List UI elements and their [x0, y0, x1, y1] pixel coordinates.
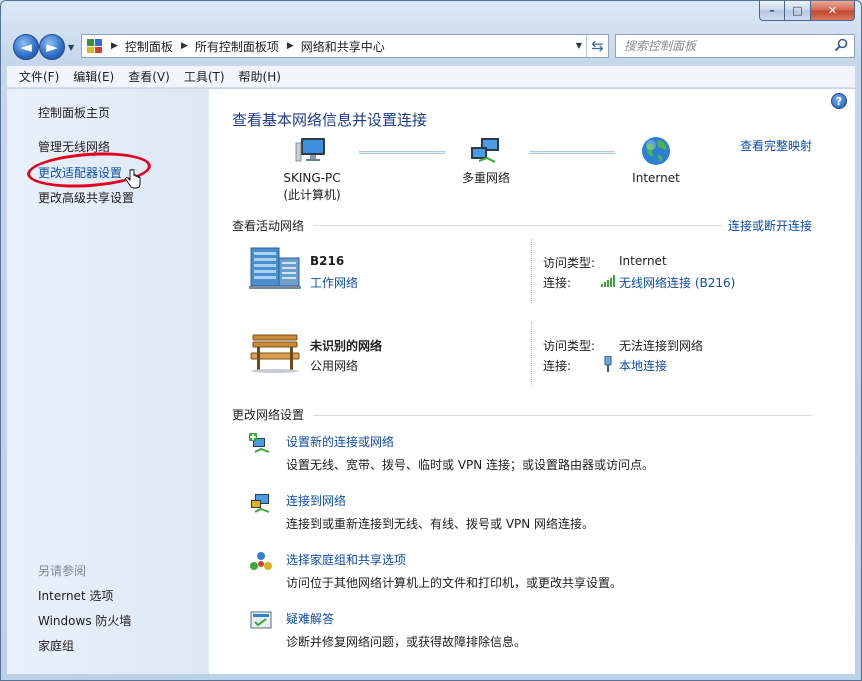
recent-pages-dropdown[interactable]: ▼: [68, 43, 74, 52]
globe-icon: [642, 137, 670, 165]
breadcrumb-separator-icon[interactable]: ▶: [287, 41, 294, 51]
local-connection-link[interactable]: 本地连接: [619, 357, 667, 374]
change-settings-title: 更改网络设置: [232, 408, 305, 422]
connection-label: 连接:: [543, 359, 572, 373]
search-input[interactable]: [624, 35, 824, 57]
refresh-button[interactable]: ⇆: [586, 35, 608, 57]
control-panel-home-link[interactable]: 控制面板主页: [38, 104, 110, 121]
access-type-label: 访问类型:: [543, 339, 596, 353]
connect-network-icon: [251, 494, 270, 513]
task-description: 设置无线、宽带、拨号、临时或 VPN 连接；或设置路由器或访问点。: [286, 458, 655, 472]
wireless-connection-link[interactable]: 无线网络连接 (B216): [619, 274, 735, 291]
window: – □ ✕ ◄ ► ▼ ▶ 控制面板 ▶ 所有控制面板项 ▶ 网络和共享中心 ▼…: [0, 0, 862, 681]
setup-new-connection-link[interactable]: 设置新的连接或网络: [286, 433, 394, 450]
connection-line: [529, 151, 615, 154]
network-node-multiple[interactable]: 多重网络: [451, 135, 521, 187]
vertical-divider: [531, 239, 532, 303]
access-type-label: 访问类型:: [543, 256, 596, 270]
ethernet-plug-icon: [604, 356, 612, 372]
troubleshoot-icon: [250, 611, 272, 629]
network-type-link[interactable]: 工作网络: [310, 274, 358, 291]
advanced-sharing-link[interactable]: 更改高级共享设置: [38, 189, 134, 206]
network-type-label: 公用网络: [310, 359, 359, 373]
forward-button[interactable]: ►: [39, 34, 65, 60]
address-bar[interactable]: ▶ 控制面板 ▶ 所有控制面板项 ▶ 网络和共享中心 ▼ ⇆: [81, 34, 609, 58]
office-building-icon: [249, 247, 301, 289]
node-label: 多重网络: [461, 171, 510, 185]
search-box[interactable]: [615, 34, 855, 58]
park-bench-icon: [250, 334, 300, 373]
address-dropdown-icon[interactable]: ▼: [576, 41, 582, 50]
control-panel-icon: [87, 39, 103, 53]
homegroup-sharing-link[interactable]: 选择家庭组和共享选项: [286, 551, 406, 568]
menu-bar: 文件(F) 编辑(E) 查看(V) 工具(T) 帮助(H): [7, 66, 855, 88]
minimize-button[interactable]: –: [759, 1, 785, 21]
menu-view[interactable]: 查看(V): [121, 68, 177, 85]
windows-firewall-link[interactable]: Windows 防火墙: [38, 612, 131, 629]
homegroup-icon: [250, 552, 272, 570]
task-description: 连接到或重新连接到无线、有线、拨号或 VPN 网络连接。: [286, 517, 595, 531]
help-icon[interactable]: ?: [831, 93, 847, 109]
section-divider: [313, 225, 723, 226]
breadcrumb-separator-icon[interactable]: ▶: [181, 41, 188, 51]
troubleshoot-link[interactable]: 疑难解答: [286, 610, 334, 627]
page-title: 查看基本网络信息并设置连接: [232, 111, 428, 129]
connect-to-network-link[interactable]: 连接到网络: [286, 492, 346, 509]
breadcrumb-separator-icon[interactable]: ▶: [111, 41, 118, 51]
content-area: 控制面板主页 管理无线网络 更改适配器设置 更改高级共享设置 另请参阅 Inte…: [7, 89, 855, 674]
hand-cursor-icon: [125, 169, 141, 189]
connection-line: [359, 151, 445, 154]
homegroup-link[interactable]: 家庭组: [38, 637, 74, 654]
navigation-bar: ◄ ► ▼ ▶ 控制面板 ▶ 所有控制面板项 ▶ 网络和共享中心 ▼ ⇆: [9, 33, 855, 61]
access-type-value: Internet: [619, 254, 667, 268]
node-label: Internet: [632, 171, 680, 185]
task-description: 访问位于其他网络计算机上的文件和打印机，或更改共享设置。: [286, 576, 623, 590]
breadcrumb-control-panel[interactable]: 控制面板: [125, 38, 173, 55]
node-sublabel: (此计算机): [283, 188, 341, 202]
breadcrumb-network-sharing-center[interactable]: 网络和共享中心: [301, 38, 385, 55]
computer-icon: [295, 138, 325, 162]
menu-tools[interactable]: 工具(T): [177, 68, 232, 85]
see-also-header: 另请参阅: [38, 564, 87, 578]
task-description: 诊断并修复网络问题，或获得故障排除信息。: [286, 635, 527, 649]
caption-buttons: – □ ✕: [759, 1, 855, 21]
view-full-map-link[interactable]: 查看完整映射: [740, 137, 812, 154]
wifi-signal-icon: [601, 275, 615, 287]
section-divider: [313, 415, 813, 416]
network-node-internet[interactable]: Internet: [621, 135, 691, 187]
network-name: B216: [310, 254, 345, 268]
node-label: SKING-PC: [283, 171, 341, 185]
connect-disconnect-link[interactable]: 连接或断开连接: [728, 217, 812, 234]
multiple-networks-icon: [471, 138, 499, 163]
new-connection-icon: [249, 433, 270, 453]
breadcrumb-all-items[interactable]: 所有控制面板项: [195, 38, 279, 55]
left-task-pane: 控制面板主页 管理无线网络 更改适配器设置 更改高级共享设置 另请参阅 Inte…: [7, 89, 209, 674]
menu-help[interactable]: 帮助(H): [232, 68, 288, 85]
internet-options-link[interactable]: Internet 选项: [38, 587, 113, 604]
close-button[interactable]: ✕: [811, 1, 855, 21]
back-button[interactable]: ◄: [13, 34, 39, 60]
vertical-divider: [531, 322, 532, 386]
menu-file[interactable]: 文件(F): [12, 68, 66, 85]
network-node-computer: SKING-PC (此计算机): [277, 135, 347, 204]
active-networks-title: 查看活动网络: [232, 219, 305, 233]
access-type-value: 无法连接到网络: [619, 339, 704, 353]
connection-label: 连接:: [543, 276, 572, 290]
search-icon[interactable]: [834, 38, 848, 52]
maximize-button[interactable]: □: [785, 1, 811, 21]
menu-edit[interactable]: 编辑(E): [66, 68, 121, 85]
network-name: 未识别的网络: [310, 339, 383, 353]
